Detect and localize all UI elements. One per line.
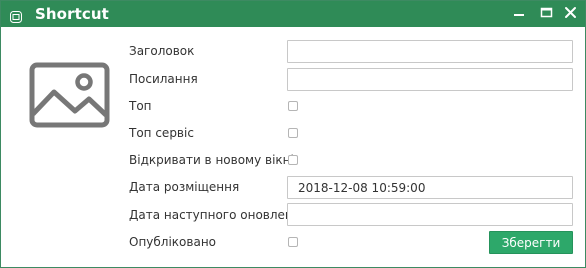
link-field[interactable] — [287, 68, 573, 91]
next-update-date-field[interactable] — [287, 203, 573, 226]
close-button[interactable] — [560, 3, 582, 23]
maximize-button[interactable] — [536, 3, 558, 23]
minimize-icon — [514, 14, 524, 16]
title-field-label: Заголовок — [129, 44, 195, 58]
link-field-label: Посилання — [129, 72, 198, 86]
placement-date-field[interactable] — [287, 176, 573, 199]
maximize-icon — [540, 7, 553, 18]
placement-date-label: Дата розміщення — [129, 180, 240, 194]
image-placeholder-icon[interactable] — [29, 62, 110, 128]
window-app-icon — [10, 8, 22, 23]
top-checkbox-label: Топ — [129, 99, 152, 113]
shortcut-dialog: Shortcut Заголовок Посилання Топ Топ сер… — [0, 0, 586, 268]
published-checkbox[interactable] — [288, 237, 298, 247]
published-checkbox-label: Опубліковано — [129, 235, 216, 249]
new-window-checkbox[interactable] — [288, 155, 298, 165]
title-field[interactable] — [287, 40, 573, 63]
title-bar[interactable]: Shortcut — [1, 1, 585, 27]
save-button[interactable]: Зберегти — [489, 231, 573, 254]
top-service-checkbox-label: Топ сервіс — [129, 126, 194, 140]
close-icon — [565, 7, 576, 18]
top-checkbox[interactable] — [288, 101, 298, 111]
minimize-button[interactable] — [508, 3, 530, 23]
next-update-date-label: Дата наступного оновлення — [129, 208, 308, 222]
top-service-checkbox[interactable] — [288, 128, 298, 138]
new-window-checkbox-label: Відкривати в новому вікні — [129, 153, 294, 167]
window-title: Shortcut — [35, 5, 109, 23]
